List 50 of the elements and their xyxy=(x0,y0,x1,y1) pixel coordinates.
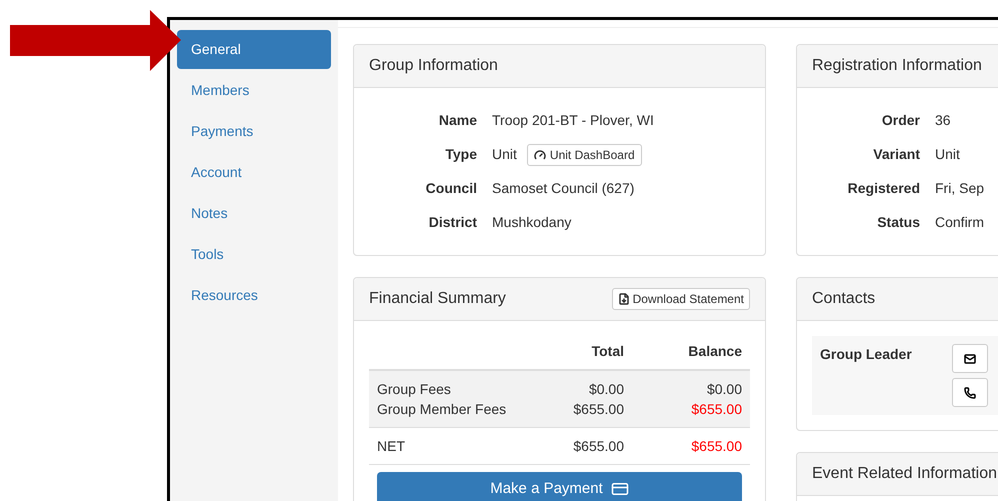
mail-icon xyxy=(964,352,976,364)
payment-button[interactable]: Make a Payment xyxy=(377,472,742,501)
column-header: Balance xyxy=(687,342,743,361)
file-download-icon xyxy=(618,293,630,305)
table-cell-text: $655.00 xyxy=(572,400,625,418)
contact-role: Group Leader xyxy=(820,345,913,364)
field-label: District xyxy=(428,213,478,232)
field-label: Variant xyxy=(872,145,921,164)
table-cell-text: $0.00 xyxy=(706,380,743,398)
email-button[interactable] xyxy=(952,344,988,373)
field-label: Type xyxy=(444,145,478,164)
field-value: Fri, Sep xyxy=(935,179,984,198)
download-button[interactable]: Download Statement xyxy=(612,288,750,310)
field-label: Order xyxy=(880,111,921,130)
sidebar-item[interactable]: Payments xyxy=(177,112,331,151)
card-title: Event Related Information xyxy=(812,464,997,484)
sidebar-item[interactable]: Notes xyxy=(177,194,331,233)
field-value: Unit xyxy=(935,145,960,164)
card-title: Registration Information xyxy=(812,56,982,76)
field-value: Confirm xyxy=(935,213,984,232)
table-cell-text: Group Fees xyxy=(376,380,452,399)
sidebar-item[interactable]: Members xyxy=(177,71,331,110)
field-label: Status xyxy=(876,213,921,232)
sidebar-item[interactable]: General xyxy=(177,30,331,69)
field-value: Samoset Council (627) xyxy=(492,179,634,198)
field-value: Unit xyxy=(492,145,517,164)
sidebar-item[interactable]: Account xyxy=(177,153,331,192)
sidebar-item[interactable]: Tools xyxy=(177,235,331,274)
dashboard-button[interactable]: Unit DashBoard xyxy=(526,144,642,166)
field-label: Council xyxy=(424,179,478,198)
phone-icon xyxy=(964,386,976,398)
table-cell-text: $655.00 xyxy=(690,436,743,456)
card-title: Contacts xyxy=(812,289,876,309)
field-label: Registered xyxy=(846,179,921,198)
card-title: Financial Summary xyxy=(369,289,506,309)
table-cell-text: $655.00 xyxy=(572,436,625,456)
table-cell-text: $655.00 xyxy=(690,400,743,418)
gauge-icon xyxy=(534,148,546,160)
table-cell-text: NET xyxy=(376,436,406,456)
table-cell-text: $0.00 xyxy=(588,380,625,398)
column-header: Total xyxy=(590,342,625,361)
field-value: Mushkodany xyxy=(492,213,572,232)
field-label: Name xyxy=(438,111,478,130)
phone-button[interactable] xyxy=(952,378,988,407)
sidebar-item[interactable]: Resources xyxy=(177,276,331,315)
field-value: Troop 201-BT - Plover, WI xyxy=(492,111,654,130)
field-value: 36 xyxy=(935,111,951,130)
card-title: Group Information xyxy=(369,56,498,76)
table-cell-text: Group Member Fees xyxy=(376,400,508,419)
credit-card-icon xyxy=(610,480,629,498)
